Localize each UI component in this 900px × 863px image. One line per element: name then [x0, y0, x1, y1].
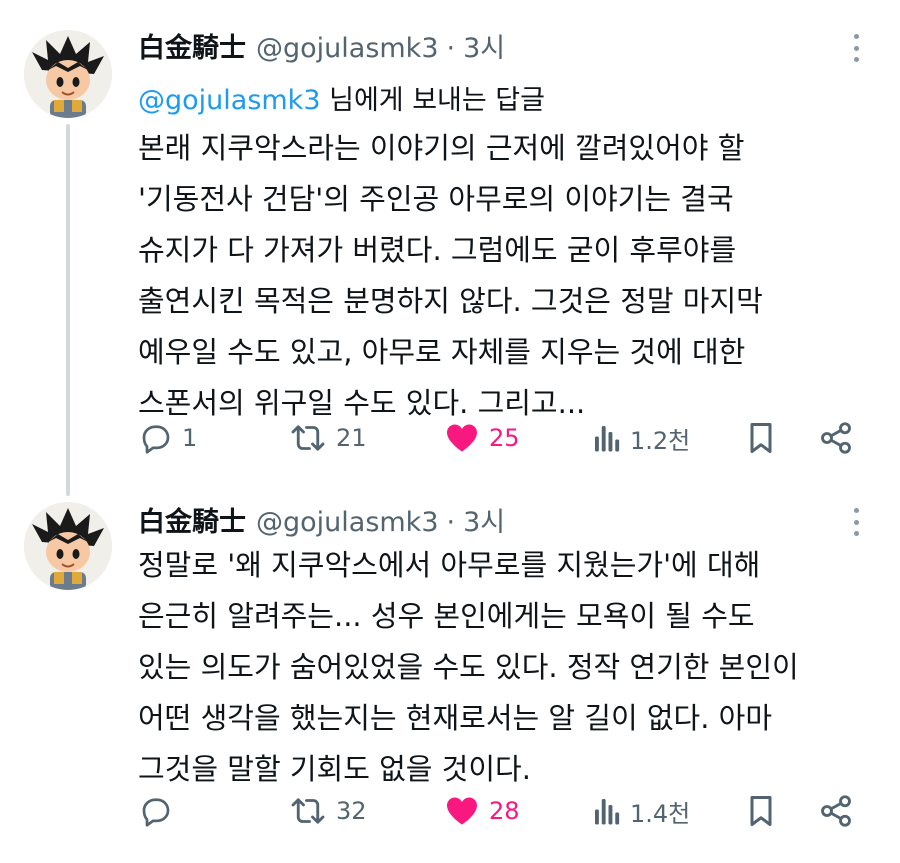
tweet-text-line: 출연시킨 목적은 분명하지 않다. 그것은 정말 마지막	[138, 284, 763, 318]
share-icon	[821, 422, 851, 454]
tweet-2[interactable]: 白金騎士 @gojulasmk3 · 3시 정말로 '왜 지쿠악스에서 아무로를 지웠…	[0, 496, 900, 863]
avatar-character-image	[24, 30, 112, 118]
separator-dot: ·	[446, 33, 456, 64]
views-icon	[595, 799, 620, 825]
action-bar: 1 21 25 1.2천	[138, 418, 868, 458]
share-icon	[821, 795, 851, 827]
bookmark-button[interactable]	[746, 418, 776, 458]
more-options-icon[interactable]	[850, 508, 862, 536]
tweet-header: 白金騎士 @gojulasmk3 · 3시	[138, 500, 505, 539]
tweet-text-line: 그것을 말할 기회도 없을 것이다.	[138, 752, 531, 786]
views-icon	[595, 426, 620, 452]
author-name[interactable]: 白金騎士	[138, 33, 246, 64]
reply-icon	[142, 425, 170, 454]
heart-icon	[447, 797, 477, 825]
tweet-text-line: 예우일 수도 있고, 아무로 자체를 지우는 것에 대한	[138, 335, 746, 369]
heart-icon	[447, 424, 477, 452]
author-handle[interactable]: @gojulasmk3	[256, 507, 439, 538]
like-button[interactable]: 25	[443, 418, 520, 458]
tweet-text-line: '기동전사 건담'의 주인공 아무로의 이야기는 결국	[138, 182, 734, 216]
bookmark-icon	[750, 423, 772, 453]
separator-dot: ·	[446, 507, 456, 538]
bookmark-button[interactable]	[746, 791, 776, 831]
like-button[interactable]: 28	[443, 791, 520, 831]
reply-to-text: 님에게 보내는 답글	[320, 85, 545, 116]
tweet-text-line: 정말로 '왜 지쿠악스에서 아무로를 지웠는가'에 대해	[138, 548, 761, 582]
retweet-button[interactable]: 32	[288, 791, 367, 831]
views-count: 1.2천	[630, 426, 691, 455]
tweet-header: 白金騎士 @gojulasmk3 · 3시	[138, 26, 505, 65]
reply-button[interactable]	[138, 791, 182, 831]
author-name[interactable]: 白金騎士	[138, 507, 246, 538]
tweet-1[interactable]: 白金騎士 @gojulasmk3 · 3시 @gojulasmk3 님에게 보내는 답…	[0, 0, 900, 496]
like-count: 28	[489, 797, 520, 825]
tweet-text: 정말로 '왜 지쿠악스에서 아무로를 지웠는가'에 대해 은근히 알려주는...…	[138, 540, 858, 795]
views-button[interactable]: 1.4천	[592, 791, 690, 831]
avatar[interactable]	[24, 30, 112, 118]
more-options-icon[interactable]	[850, 34, 862, 62]
reply-button[interactable]: 1	[138, 418, 197, 458]
retweet-count: 21	[336, 424, 367, 452]
tweet-text-line: 있는 의도가 숨어있었을 수도 있다. 정작 연기한 본인이	[138, 650, 799, 684]
tweet-text: 본래 지쿠악스라는 이야기의 근저에 깔려있어야 할 '기동전사 건담'의 주인…	[138, 123, 858, 429]
views-button[interactable]: 1.2천	[592, 418, 690, 458]
reply-icon	[142, 798, 170, 827]
retweet-count: 32	[336, 797, 367, 825]
like-count: 25	[489, 424, 520, 452]
avatar[interactable]	[24, 502, 112, 590]
avatar-character-image	[24, 502, 112, 590]
replying-to: @gojulasmk3 님에게 보내는 답글	[138, 78, 545, 117]
tweet-text-line: 슈지가 다 가져가 버렸다. 그럼에도 굳이 후루야를	[138, 233, 737, 267]
tweet-text-line: 본래 지쿠악스라는 이야기의 근저에 깔려있어야 할	[138, 131, 745, 165]
tweet-text-line: 은근히 알려주는... 성우 본인에게는 모욕이 될 수도	[138, 599, 755, 633]
share-button[interactable]	[818, 791, 854, 831]
timestamp[interactable]: 3시	[463, 33, 505, 64]
retweet-icon	[291, 798, 325, 824]
action-bar: 32 28 1.4천	[138, 791, 868, 831]
timestamp[interactable]: 3시	[463, 507, 505, 538]
tweet-text-line: 어떤 생각을 했는지는 현재로서는 알 길이 없다. 아마	[138, 701, 773, 735]
retweet-button[interactable]: 21	[288, 418, 367, 458]
reply-mention-link[interactable]: @gojulasmk3	[138, 85, 321, 116]
share-button[interactable]	[818, 418, 854, 458]
reply-count: 1	[182, 424, 198, 452]
bookmark-icon	[750, 796, 772, 826]
thread-connector-line	[66, 124, 70, 496]
views-count: 1.4천	[630, 799, 691, 828]
retweet-icon	[291, 425, 325, 451]
author-handle[interactable]: @gojulasmk3	[256, 33, 439, 64]
